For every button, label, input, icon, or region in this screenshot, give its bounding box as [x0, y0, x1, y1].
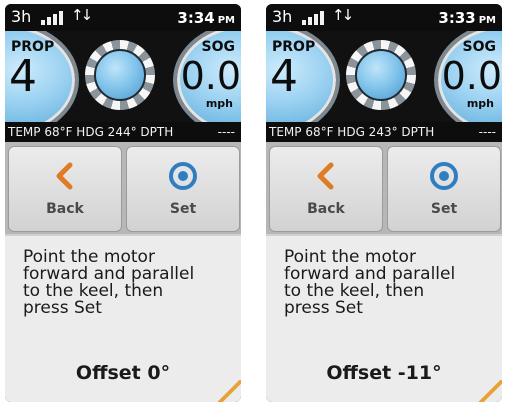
instruction-text: Point the motor forward and parallel to … — [23, 247, 195, 318]
info-readout: TEMP 68°F HDG 243° DPTH — [269, 125, 435, 139]
info-strip: TEMP 68°F HDG 244° DPTH ---- — [5, 122, 241, 142]
instruction-text: Point the motor forward and parallel to … — [284, 247, 456, 318]
chevron-left-icon — [317, 162, 334, 190]
sog-label: SOG — [462, 39, 496, 55]
clock-ampm: PM — [478, 15, 496, 26]
depth-value: ---- — [478, 125, 496, 139]
prop-value: 4 — [9, 51, 37, 102]
target-icon — [169, 162, 197, 190]
offset-readout: Offset 0° — [75, 362, 171, 384]
gauge-row: PROP 4 SOG 0.0 mph — [266, 31, 502, 122]
back-button[interactable]: Back — [269, 146, 383, 232]
sog-value: 0.0 — [180, 54, 241, 98]
status-bar: 3h ↑↓ 3:33 PM — [266, 4, 502, 31]
corner-accent — [217, 380, 241, 402]
set-button-label: Set — [169, 201, 197, 217]
sog-unit: mph — [205, 97, 233, 110]
clock-time: 3:34 — [177, 9, 215, 27]
gauge-row: PROP 4 SOG 0.0 mph — [5, 31, 241, 122]
info-readout: TEMP 68°F HDG 244° DPTH — [8, 125, 174, 139]
sog-value: 0.0 — [441, 54, 502, 98]
compass-face — [94, 49, 146, 101]
data-arrows-icon: ↑↓ — [71, 6, 93, 24]
set-button[interactable]: Set — [387, 146, 501, 232]
instruction-panel: Point the motor forward and parallel to … — [266, 234, 502, 402]
prop-value: 4 — [270, 51, 298, 102]
battery-hours-label: 3h — [11, 7, 32, 26]
corner-accent — [478, 380, 502, 402]
button-row: Back Set — [266, 142, 502, 234]
clock-ampm: PM — [217, 15, 235, 26]
data-arrows-icon: ↑↓ — [332, 6, 354, 24]
set-button-label: Set — [430, 201, 458, 217]
chevron-left-icon — [56, 162, 73, 190]
button-row: Back Set — [5, 142, 241, 234]
device-screen-left: 3h ↑↓ 3:34 PM PROP 4 SOG 0.0 mph TEMP 68°… — [5, 4, 241, 402]
sog-unit: mph — [466, 97, 494, 110]
depth-value: ---- — [217, 125, 235, 139]
info-strip: TEMP 68°F HDG 243° DPTH ---- — [266, 122, 502, 142]
back-button[interactable]: Back — [8, 146, 122, 232]
compass-face — [355, 49, 407, 101]
instruction-panel: Point the motor forward and parallel to … — [5, 234, 241, 402]
clock: 3:33 PM — [438, 9, 496, 27]
clock-time: 3:33 — [438, 9, 476, 27]
battery-hours-label: 3h — [272, 7, 293, 26]
signal-bars-icon — [41, 11, 63, 25]
set-button[interactable]: Set — [126, 146, 240, 232]
target-icon — [430, 162, 458, 190]
sog-label: SOG — [201, 39, 235, 55]
signal-bars-icon — [302, 11, 324, 25]
status-bar: 3h ↑↓ 3:34 PM — [5, 4, 241, 31]
back-button-label: Back — [307, 201, 345, 217]
offset-readout: Offset -11° — [326, 362, 442, 384]
device-screen-right: 3h ↑↓ 3:33 PM PROP 4 SOG 0.0 mph TEMP 68°… — [266, 4, 502, 402]
clock: 3:34 PM — [177, 9, 235, 27]
back-button-label: Back — [46, 201, 84, 217]
